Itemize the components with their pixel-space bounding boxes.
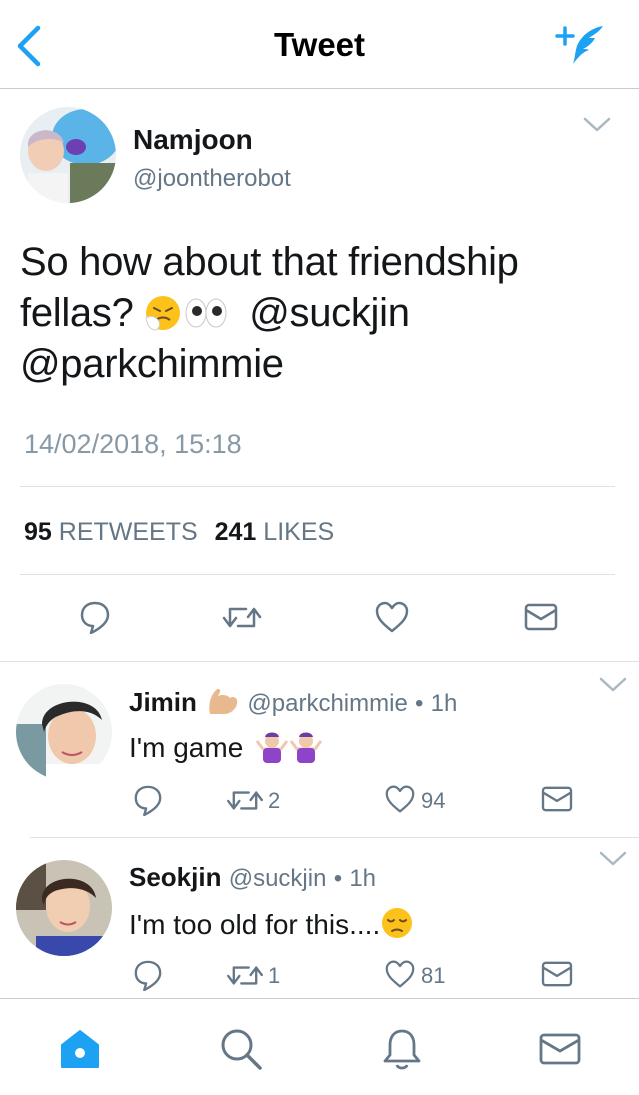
- person-shrugging-emoji-icon: [255, 731, 289, 763]
- reply-author-name[interactable]: Seokjin: [129, 862, 221, 892]
- reply-text: I'm too old for this....: [129, 906, 414, 941]
- tab-bar: [0, 998, 639, 1095]
- notifications-icon[interactable]: [380, 1027, 424, 1071]
- reply-icon[interactable]: [133, 784, 163, 816]
- mention-parkchimmie[interactable]: @parkchimmie: [20, 342, 284, 386]
- flexed-biceps-emoji-icon: [206, 686, 240, 716]
- tweet-text: So how about that friendship fellas? @su…: [20, 237, 620, 390]
- author-name[interactable]: Namjoon: [133, 124, 253, 156]
- divider: [20, 486, 615, 487]
- heart-icon[interactable]: [384, 959, 416, 989]
- compose-tweet-icon[interactable]: [553, 22, 609, 68]
- jimin-avatar[interactable]: [16, 684, 112, 780]
- retweets-label[interactable]: RETWEETS: [59, 518, 198, 546]
- home-icon[interactable]: [58, 1027, 102, 1071]
- tweet-text-line2: fellas?: [20, 291, 134, 335]
- person-shrugging-emoji-icon: [289, 731, 323, 763]
- reply-like-count[interactable]: 81: [421, 963, 445, 989]
- heart-icon[interactable]: [384, 784, 416, 814]
- reply-retweet-count[interactable]: 1: [268, 963, 280, 989]
- reply-age: 1h: [430, 690, 458, 717]
- reply-text-content: I'm too old for this....: [129, 909, 381, 940]
- reply-author-jimin: Jimin @parkchimmie • 1h: [129, 686, 457, 718]
- mention-suckjin[interactable]: @suckjin: [249, 291, 410, 335]
- reply-retweet-count[interactable]: 2: [268, 788, 280, 814]
- chevron-down-icon[interactable]: [598, 676, 628, 694]
- reply-like-count[interactable]: 94: [421, 788, 445, 814]
- nav-bar: Tweet: [0, 0, 639, 89]
- retweet-icon[interactable]: [222, 602, 262, 632]
- chevron-down-icon[interactable]: [598, 850, 628, 868]
- reply-icon[interactable]: [133, 959, 163, 991]
- retweet-icon[interactable]: [226, 961, 264, 989]
- reply-author-handle[interactable]: @parkchimmie: [247, 690, 407, 717]
- tweet-stats: 95 RETWEETS 241 LIKES: [24, 518, 334, 547]
- retweet-icon[interactable]: [226, 786, 264, 814]
- message-icon[interactable]: [541, 960, 573, 988]
- reply-age: 1h: [349, 865, 377, 892]
- messages-icon[interactable]: [538, 1027, 582, 1071]
- search-icon[interactable]: [219, 1027, 263, 1071]
- eyes-emoji-icon: [184, 294, 228, 332]
- tweet-text-line1: So how about that friendship: [20, 240, 519, 284]
- author-handle[interactable]: @joontherobot: [133, 165, 291, 193]
- reply-text-content: I'm game: [129, 732, 244, 763]
- sneezing-face-emoji-icon: [144, 294, 182, 332]
- message-icon[interactable]: [541, 785, 573, 813]
- likes-label[interactable]: LIKES: [263, 518, 334, 546]
- like-count[interactable]: 241: [215, 518, 257, 546]
- tweet-timestamp: 14/02/2018, 15:18: [24, 429, 242, 459]
- reply-author-name[interactable]: Jimin: [129, 687, 197, 717]
- pensive-face-emoji-icon: [380, 906, 414, 940]
- chevron-down-icon[interactable]: [582, 116, 612, 134]
- page-title: Tweet: [273, 26, 366, 63]
- retweet-count[interactable]: 95: [24, 518, 52, 546]
- seokjin-avatar[interactable]: [16, 860, 112, 956]
- divider: [30, 837, 639, 838]
- heart-icon[interactable]: [374, 600, 410, 634]
- reply-text: I'm game: [129, 731, 323, 764]
- namjoon-avatar[interactable]: [20, 107, 116, 203]
- divider: [0, 661, 639, 662]
- separator-dot: •: [415, 690, 424, 717]
- message-icon[interactable]: [524, 602, 558, 632]
- reply-icon[interactable]: [79, 600, 111, 634]
- reply-author-handle[interactable]: @suckjin: [229, 865, 327, 892]
- divider: [20, 574, 615, 575]
- separator-dot: •: [333, 865, 343, 892]
- reply-author-seokjin: Seokjin @suckjin • 1h: [129, 862, 376, 893]
